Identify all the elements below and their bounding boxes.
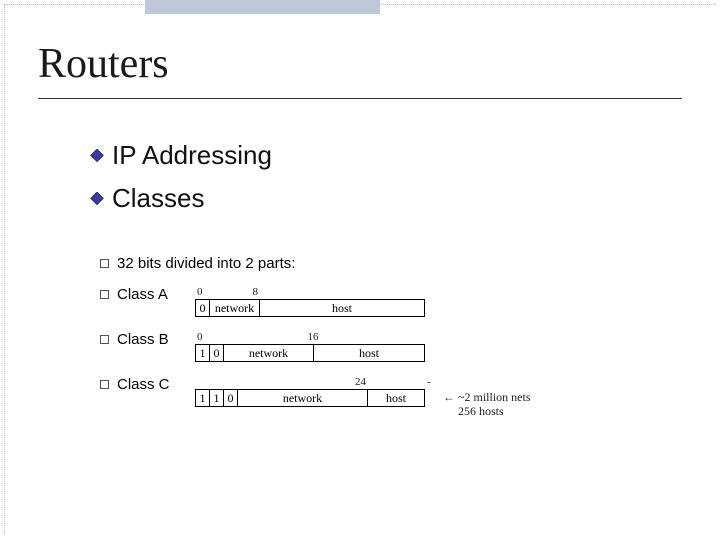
list-item-label: Classes xyxy=(112,183,204,214)
class-a-leading-bit: 0 xyxy=(196,300,210,316)
square-bullet-icon xyxy=(100,335,109,344)
list-item: Classes xyxy=(90,183,272,214)
class-c-network-cell: network xyxy=(238,390,368,406)
diagram-intro-row: 32 bits divided into 2 parts: xyxy=(100,255,620,272)
class-b-row: Class B 0 16 1 0 network host xyxy=(100,331,620,362)
slide-title: Routers xyxy=(38,40,169,88)
class-c-ticks: 24 xyxy=(195,376,425,388)
class-b-box: 0 16 1 0 network host xyxy=(195,331,425,362)
decorative-top-bar xyxy=(145,0,380,14)
class-c-host-cell: host xyxy=(368,390,424,406)
top-level-bullet-list: IP Addressing Classes xyxy=(90,140,272,226)
class-b-host-cell: host xyxy=(314,345,424,361)
class-c-bit-2: 0 xyxy=(224,390,238,406)
class-a-row: Class A 0 8 0 network host xyxy=(100,286,620,317)
square-bullet-icon xyxy=(100,259,109,268)
tick-16: 16 xyxy=(308,331,319,343)
class-c-row: Class C 24 1 1 0 network host - ← ~2 mil… xyxy=(100,376,620,419)
class-a-fields: 0 network host xyxy=(195,299,425,317)
diamond-bullet-icon xyxy=(90,149,104,163)
class-b-label: Class B xyxy=(117,331,195,348)
class-a-ticks: 0 8 xyxy=(195,286,425,298)
diagram-intro-text: 32 bits divided into 2 parts: xyxy=(117,255,295,272)
class-a-label: Class A xyxy=(117,286,195,303)
list-item-label: IP Addressing xyxy=(112,140,272,171)
tick-24: 24 xyxy=(355,376,366,388)
class-a-host-cell: host xyxy=(260,300,424,316)
class-c-box: 24 1 1 0 network host xyxy=(195,376,425,407)
arrow-left-icon: ← xyxy=(443,390,455,404)
annotation-line-1: ~2 million nets xyxy=(458,390,531,404)
title-underline xyxy=(38,98,682,99)
page-dotted-rule-left xyxy=(4,4,42,534)
class-b-bit-0: 1 xyxy=(196,345,210,361)
ip-classes-diagram: 32 bits divided into 2 parts: Class A 0 … xyxy=(100,255,620,419)
class-c-bit-1: 1 xyxy=(210,390,224,406)
class-c-annotation-group: - ← ~2 million nets ← 256 hosts xyxy=(425,376,531,419)
class-a-box: 0 8 0 network host xyxy=(195,286,425,317)
class-c-label: Class C xyxy=(117,376,195,393)
class-c-bit-0: 1 xyxy=(196,390,210,406)
annotation-dash: - xyxy=(427,376,531,388)
annotation-line-2: 256 hosts xyxy=(458,404,504,418)
class-a-network-cell: network xyxy=(210,300,260,316)
tick-8: 8 xyxy=(253,286,259,298)
class-c-annotation: ← ~2 million nets ← 256 hosts xyxy=(443,390,531,419)
class-b-bit-1: 0 xyxy=(210,345,224,361)
class-b-ticks: 0 16 xyxy=(195,331,425,343)
square-bullet-icon xyxy=(100,290,109,299)
list-item: IP Addressing xyxy=(90,140,272,171)
class-b-network-cell: network xyxy=(224,345,314,361)
class-b-fields: 1 0 network host xyxy=(195,344,425,362)
diamond-bullet-icon xyxy=(90,192,104,206)
class-c-fields: 1 1 0 network host xyxy=(195,389,425,407)
square-bullet-icon xyxy=(100,380,109,389)
